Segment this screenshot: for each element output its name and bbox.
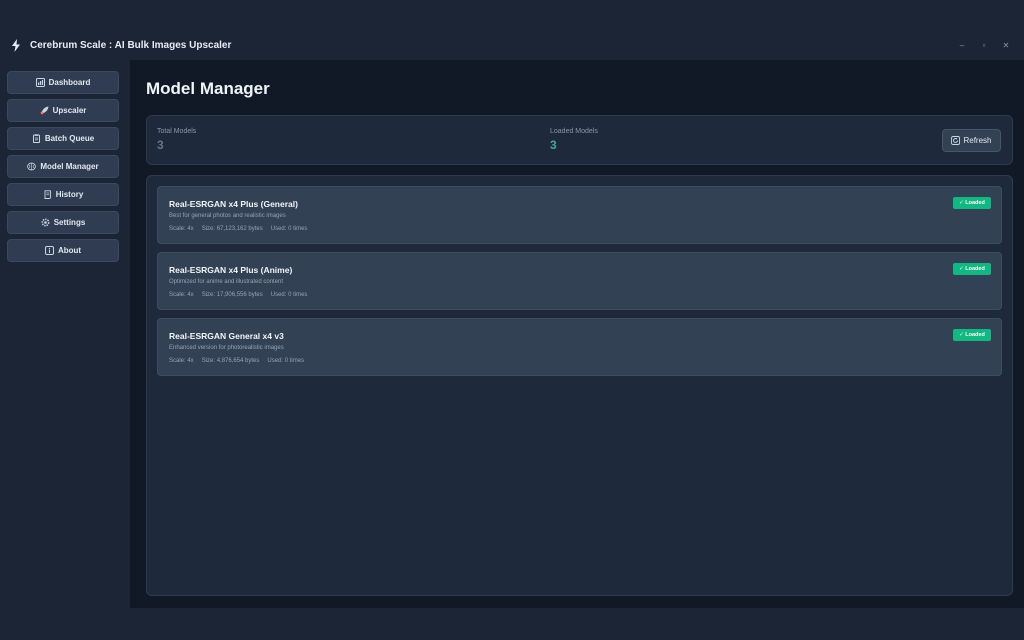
total-models-value: 3 [157,138,164,152]
models-panel: Real-ESRGAN x4 Plus (General) Best for g… [146,175,1013,596]
loaded-models-stat: Loaded Models 3 [550,128,598,152]
model-description: Enhanced version for photorealistic imag… [169,345,284,351]
model-scale: Scale: 4x [169,292,194,298]
refresh-button[interactable]: Refresh [942,129,1001,152]
scroll-icon [43,190,52,199]
sidebar-item-label: History [55,190,84,199]
model-meta: Scale: 4x Size: 17,906,556 bytes Used: 0… [169,292,315,298]
total-models-label: Total Models [157,128,197,135]
dashboard-icon [35,78,45,87]
minimize-button[interactable]: – [951,34,973,56]
model-size: Size: 67,123,162 bytes [201,226,263,232]
model-scale: Scale: 4x [169,226,194,232]
model-used: Used: 0 times [270,292,308,298]
sidebar-item-batch-queue[interactable]: Batch Queue [7,127,119,150]
sidebar-item-settings[interactable]: Settings [7,211,119,234]
sidebar-item-label: Settings [53,218,86,227]
model-name: Real-ESRGAN x4 Plus (Anime) [169,265,293,275]
gear-icon [41,218,50,227]
loaded-models-label: Loaded Models [550,128,598,135]
refresh-icon [951,136,961,145]
clipboard-icon [32,134,41,143]
loaded-models-value: 3 [550,138,557,152]
sidebar-item-upscaler[interactable]: Upscaler [7,99,119,122]
total-models-stat: Total Models 3 [157,128,196,152]
model-size: Size: 4,876,654 bytes [201,358,260,364]
sidebar-item-label: Upscaler [52,106,87,115]
model-used: Used: 0 times [270,226,308,232]
status-badge: ✓ Loaded [953,197,991,209]
title-bar: Cerebrum Scale : AI Bulk Images Upscaler… [0,30,1024,60]
page-title: Model Manager [146,79,270,98]
model-used: Used: 0 times [267,358,305,364]
model-name: Real-ESRGAN General x4 v3 [169,331,284,341]
lightning-icon [9,38,23,52]
sidebar-item-dashboard[interactable]: Dashboard [7,71,119,94]
sidebar-item-label: About [57,246,82,255]
status-badge: ✓ Loaded [953,329,991,341]
maximize-button[interactable]: ▫ [973,34,995,56]
model-name: Real-ESRGAN x4 Plus (General) [169,199,298,209]
model-description: Best for general photos and realistic im… [169,213,286,219]
status-badge: ✓ Loaded [953,263,991,275]
model-card[interactable]: Real-ESRGAN General x4 v3 Enhanced versi… [157,318,1002,376]
sidebar-item-label: Batch Queue [44,134,95,143]
close-button[interactable]: ✕ [995,34,1017,56]
sidebar-item-label: Model Manager [40,162,99,171]
window-controls: – ▫ ✕ [951,30,1024,60]
model-card[interactable]: Real-ESRGAN x4 Plus (Anime) Optimized fo… [157,252,1002,310]
model-meta: Scale: 4x Size: 67,123,162 bytes Used: 0… [169,226,315,232]
refresh-label: Refresh [963,136,992,145]
sidebar-item-model-manager[interactable]: Model Manager [7,155,119,178]
sidebar-item-label: Dashboard [48,78,91,87]
brain-icon [27,162,37,171]
model-size: Size: 17,906,556 bytes [201,292,263,298]
model-scale: Scale: 4x [169,358,194,364]
app-title: Cerebrum Scale : AI Bulk Images Upscaler [30,39,232,51]
sidebar-item-about[interactable]: About [7,239,119,262]
stats-card: Total Models 3 Loaded Models 3 Refresh [146,115,1013,165]
sidebar-item-history[interactable]: History [7,183,119,206]
sidebar: Dashboard Upscaler Batch Queue Model Man… [0,60,130,608]
model-card[interactable]: Real-ESRGAN x4 Plus (General) Best for g… [157,186,1002,244]
main-content: Model Manager Total Models 3 Loaded Mode… [130,60,1024,608]
model-description: Optimized for anime and illustrated cont… [169,279,284,285]
rocket-icon [40,106,49,115]
model-meta: Scale: 4x Size: 4,876,654 bytes Used: 0 … [169,358,312,364]
info-icon [44,246,54,255]
